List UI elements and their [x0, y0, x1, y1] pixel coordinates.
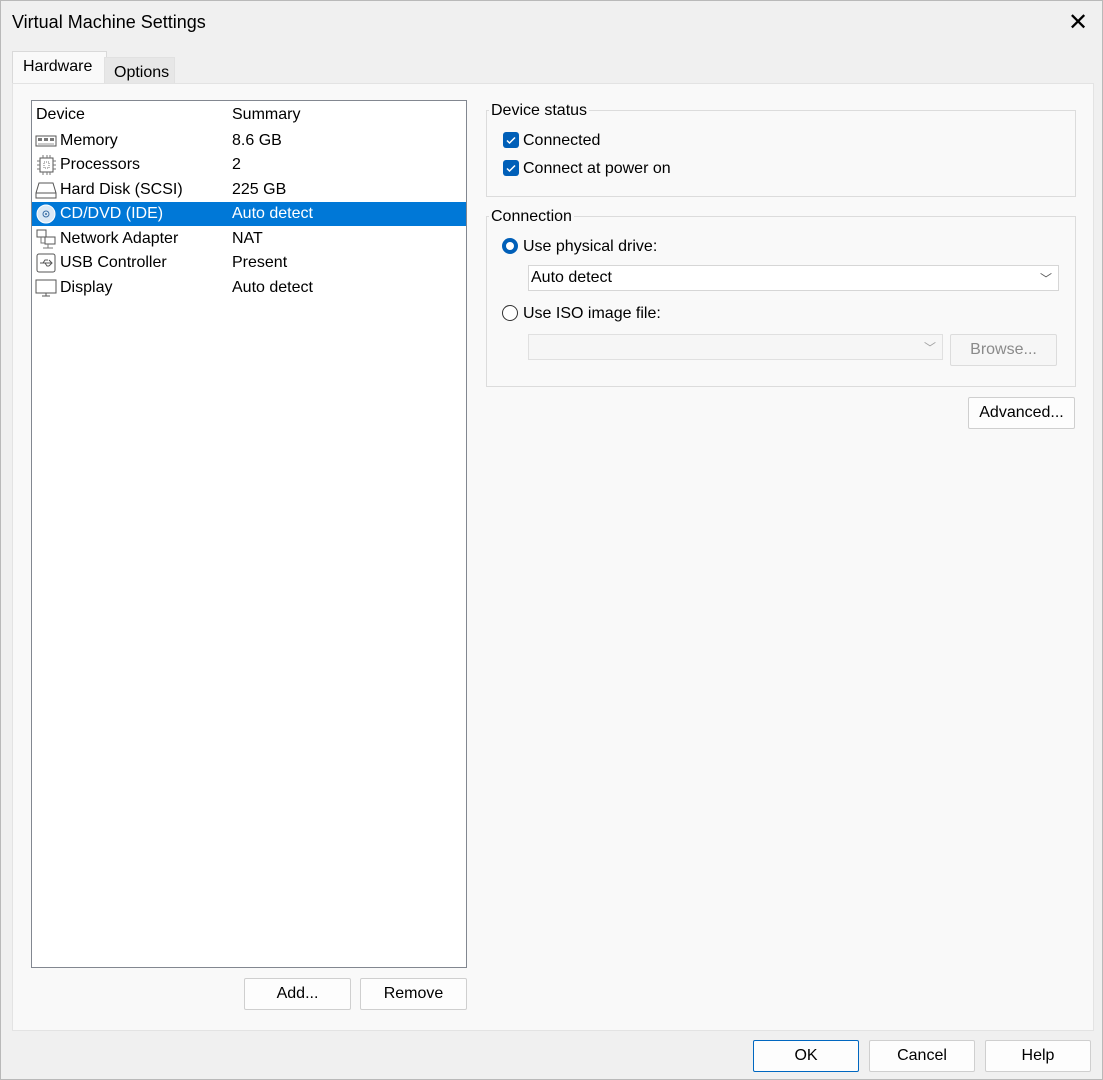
- device-summary: Auto detect: [232, 205, 313, 222]
- device-summary: 225 GB: [232, 181, 287, 198]
- connect-at-power-on-label[interactable]: Connect at power on: [523, 160, 671, 178]
- tab-hardware[interactable]: Hardware: [12, 51, 107, 86]
- column-header-summary[interactable]: Summary: [232, 106, 300, 124]
- device-summary: Present: [232, 254, 288, 271]
- device-row-network-adapter[interactable]: Network Adapter NAT: [32, 227, 466, 251]
- tab-options[interactable]: Options: [104, 57, 175, 86]
- device-summary: 2: [232, 156, 241, 173]
- device-row-usb-controller[interactable]: USB Controller Present: [32, 251, 466, 275]
- window-title: Virtual Machine Settings: [12, 12, 206, 32]
- chevron-down-icon: ﹀: [1039, 272, 1052, 286]
- device-name: Network Adapter: [60, 230, 179, 247]
- physical-drive-value: Auto detect: [531, 269, 612, 286]
- use-physical-drive-label[interactable]: Use physical drive:: [523, 238, 657, 256]
- device-status-group: [486, 110, 1076, 197]
- checkmark-icon: [506, 136, 516, 145]
- physical-drive-select[interactable]: Auto detect ﹀: [528, 265, 1059, 291]
- chevron-down-icon: ﹀: [923, 341, 936, 355]
- connected-label[interactable]: Connected: [523, 132, 600, 150]
- device-summary: NAT: [232, 230, 263, 247]
- usb-icon: [36, 253, 56, 273]
- device-row-hard-disk[interactable]: Hard Disk (SCSI) 225 GB: [32, 178, 466, 202]
- hard-disk-icon: [35, 182, 57, 199]
- device-name: CD/DVD (IDE): [60, 205, 164, 222]
- display-icon: [35, 279, 57, 297]
- device-name: Memory: [60, 132, 118, 149]
- remove-device-button[interactable]: Remove: [360, 978, 467, 1010]
- device-row-display[interactable]: Display Auto detect: [32, 276, 466, 300]
- device-row-cd-dvd[interactable]: CD/DVD (IDE) Auto detect: [32, 202, 466, 226]
- cancel-button[interactable]: Cancel: [869, 1040, 975, 1072]
- processor-icon: [37, 155, 56, 175]
- title-bar: Virtual Machine Settings ✕: [1, 1, 1102, 45]
- iso-image-path-select[interactable]: ﹀: [528, 334, 943, 360]
- ok-button[interactable]: OK: [753, 1040, 859, 1072]
- device-name: Processors: [60, 156, 141, 173]
- add-device-button[interactable]: Add...: [244, 978, 351, 1010]
- cd-dvd-icon: [36, 204, 56, 224]
- browse-button[interactable]: Browse...: [950, 334, 1057, 366]
- use-physical-drive-radio[interactable]: [502, 238, 518, 254]
- device-row-processors[interactable]: Processors 2: [32, 153, 466, 177]
- device-status-title: Device status: [489, 102, 590, 120]
- use-iso-image-radio[interactable]: [502, 305, 518, 321]
- hardware-panel: Device Summary Memory 8.6 GB Processors …: [12, 83, 1094, 1031]
- connection-title: Connection: [489, 208, 574, 226]
- device-row-memory[interactable]: Memory 8.6 GB: [32, 129, 466, 153]
- memory-icon: [35, 135, 57, 147]
- help-button[interactable]: Help: [985, 1040, 1091, 1072]
- close-icon[interactable]: ✕: [1061, 6, 1095, 40]
- advanced-button[interactable]: Advanced...: [968, 397, 1075, 429]
- column-header-device[interactable]: Device: [36, 106, 85, 124]
- use-iso-image-label[interactable]: Use ISO image file:: [523, 305, 661, 323]
- network-adapter-icon: [36, 229, 56, 249]
- device-name: Display: [60, 279, 113, 296]
- device-summary: 8.6 GB: [232, 132, 282, 149]
- checkmark-icon: [506, 164, 516, 173]
- device-name: USB Controller: [60, 254, 167, 271]
- connect-at-power-on-checkbox[interactable]: [503, 160, 519, 176]
- connected-checkbox[interactable]: [503, 132, 519, 148]
- device-name: Hard Disk (SCSI): [60, 181, 183, 198]
- device-list[interactable]: Device Summary Memory 8.6 GB Processors …: [31, 100, 467, 968]
- device-summary: Auto detect: [232, 279, 313, 296]
- vm-settings-dialog: Virtual Machine Settings ✕ Hardware Opti…: [0, 0, 1103, 1080]
